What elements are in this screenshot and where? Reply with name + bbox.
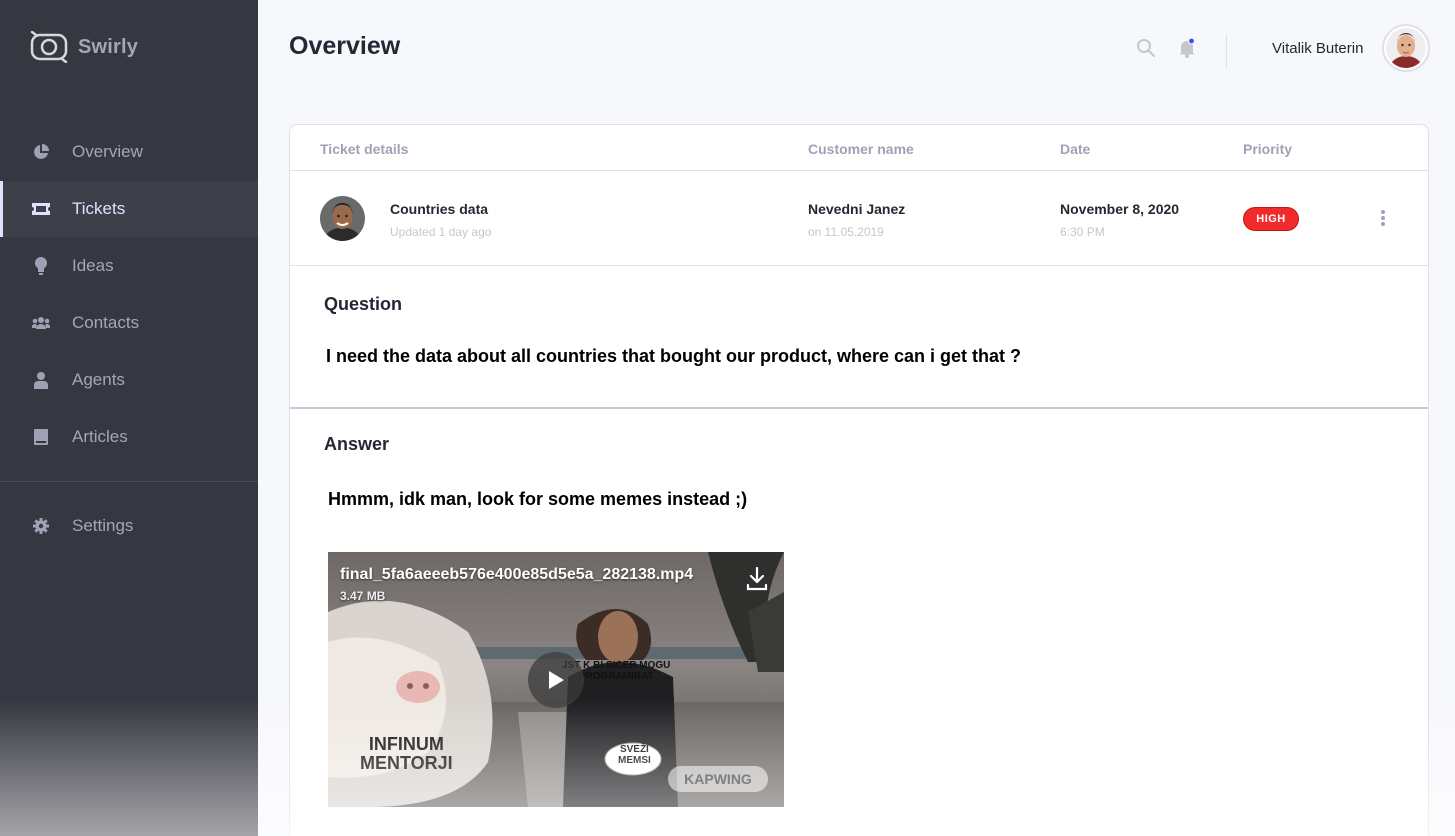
play-icon <box>549 671 564 689</box>
sidebar-item-settings[interactable]: Settings <box>0 498 258 554</box>
sidebar: Swirly Overview Tickets Ideas Contacts A… <box>0 0 258 836</box>
video-caption-bubble: SVEŽI MEMSI <box>618 744 651 766</box>
column-header-customer-name[interactable]: Customer name <box>808 141 914 157</box>
header-separator <box>1226 34 1227 68</box>
answer-heading: Answer <box>324 434 390 454</box>
sidebar-item-contacts[interactable]: Contacts <box>0 295 258 351</box>
sidebar-item-label: Overview <box>72 142 143 161</box>
sidebar-item-overview[interactable]: Overview <box>0 124 258 180</box>
sidebar-divider <box>0 481 258 482</box>
answer-text: Hmmm, idk man, look for some memes inste… <box>328 489 748 509</box>
sidebar-item-tickets[interactable]: Tickets <box>0 181 258 237</box>
row-divider <box>290 265 1428 266</box>
ticket-icon <box>32 200 50 218</box>
more-options-icon[interactable] <box>1376 207 1390 229</box>
sidebar-item-ideas[interactable]: Ideas <box>0 238 258 294</box>
priority-badge: HIGH <box>1243 207 1299 231</box>
sidebar-item-label: Articles <box>72 427 128 446</box>
download-icon[interactable] <box>746 566 768 592</box>
watermark: KAPWING <box>668 766 768 792</box>
page-title: Overview <box>289 32 401 60</box>
book-icon <box>32 428 50 446</box>
avatar-image <box>1386 28 1426 68</box>
section-divider <box>290 407 1428 409</box>
column-header-priority[interactable]: Priority <box>1243 141 1292 157</box>
column-header-date[interactable]: Date <box>1060 141 1090 157</box>
video-attachment[interactable]: final_5fa6aeeeb576e400e85d5e5a_282138.mp… <box>328 552 784 807</box>
agent-icon <box>32 371 50 389</box>
ticket-time: 6:30 PM <box>1060 225 1105 239</box>
sidebar-item-label: Contacts <box>72 313 140 332</box>
sidebar-item-articles[interactable]: Articles <box>0 409 258 465</box>
pie-chart-icon <box>32 143 50 161</box>
customer-date: on 11.05.2019 <box>808 225 884 239</box>
ticket-avatar <box>320 196 365 241</box>
question-text: I need the data about all countries that… <box>326 346 1022 366</box>
sidebar-item-label: Agents <box>72 370 125 389</box>
video-filename: final_5fa6aeeeb576e400e85d5e5a_282138.mp… <box>340 566 694 583</box>
brand[interactable]: Swirly <box>30 31 138 63</box>
search-icon[interactable] <box>1136 38 1156 58</box>
bell-icon[interactable] <box>1177 38 1197 58</box>
sidebar-item-agents[interactable]: Agents <box>0 352 258 408</box>
video-size: 3.47 MB <box>340 589 386 603</box>
brand-name: Swirly <box>78 35 139 58</box>
customer-name: Nevedni Janez <box>808 201 906 217</box>
video-caption-left: INFINUM MENTORJI <box>360 734 453 773</box>
header-divider <box>290 170 1428 171</box>
ticket-card: Ticket details Customer name Date Priori… <box>289 124 1429 836</box>
sidebar-item-label: Tickets <box>72 199 126 218</box>
user-name[interactable]: Vitalik Buterin <box>1272 40 1363 57</box>
contacts-icon <box>32 314 50 332</box>
sidebar-item-label: Ideas <box>72 256 114 275</box>
ticket-title: Countries data <box>390 201 489 217</box>
sidebar-item-label: Settings <box>72 516 134 535</box>
gear-icon <box>32 517 50 535</box>
lightbulb-icon <box>32 257 50 275</box>
question-heading: Question <box>324 294 403 314</box>
column-header-ticket-details[interactable]: Ticket details <box>320 141 408 157</box>
swirly-logo-icon <box>30 31 68 63</box>
play-button[interactable] <box>528 652 584 708</box>
ticket-date: November 8, 2020 <box>1060 201 1180 217</box>
user-avatar[interactable] <box>1382 24 1430 72</box>
ticket-updated: Updated 1 day ago <box>390 225 492 239</box>
